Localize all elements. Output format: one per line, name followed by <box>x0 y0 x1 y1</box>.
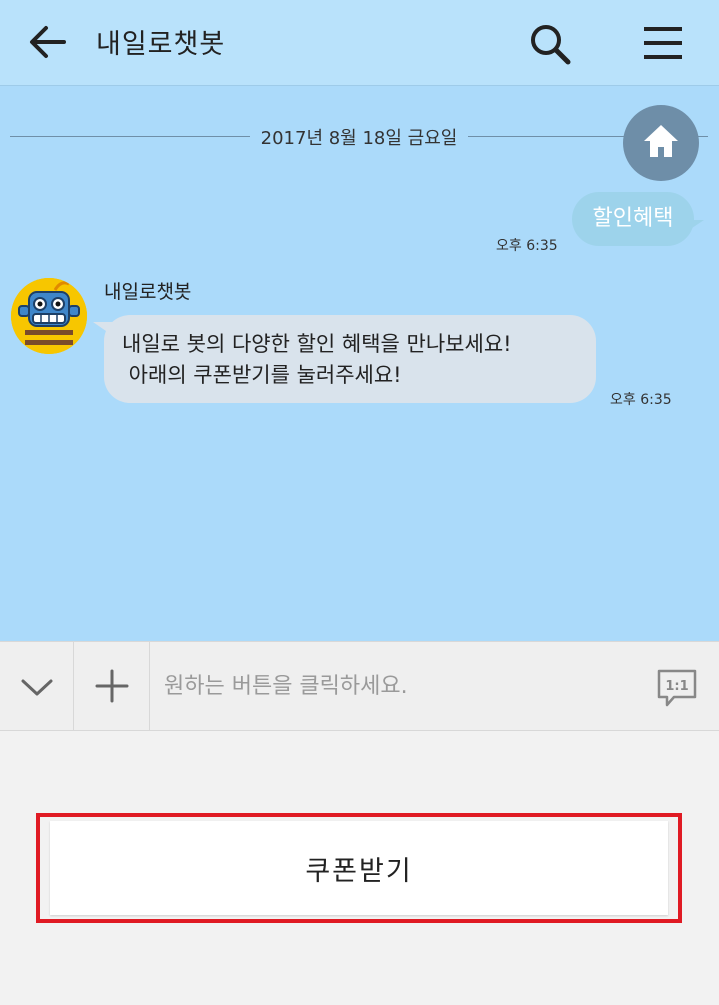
search-button[interactable] <box>528 22 574 66</box>
message-time: 오후 6:35 <box>496 238 558 254</box>
chat-area[interactable]: 2017년 8월 18일 금요일 할인혜택 오후 6:35 내일로챗봇 내일로 … <box>0 86 719 641</box>
date-divider: 2017년 8월 18일 금요일 <box>260 128 458 149</box>
user-message-bubble: 할인혜택 <box>572 192 694 246</box>
get-coupon-button[interactable]: 쿠폰받기 <box>50 821 668 915</box>
home-icon <box>644 125 678 157</box>
hamburger-menu-icon <box>644 27 682 59</box>
date-divider-line <box>10 136 250 137</box>
search-icon <box>531 25 571 65</box>
menu-button[interactable] <box>642 24 684 62</box>
home-button[interactable] <box>623 105 699 181</box>
bot-avatar[interactable] <box>11 278 87 354</box>
message-time: 오후 6:35 <box>610 392 672 408</box>
chevron-down-icon <box>21 679 53 696</box>
plus-button[interactable] <box>74 642 150 730</box>
bot-message-bubble: 내일로 봇의 다양한 할인 혜택을 만나보세요! 아래의 쿠폰받기를 눌러주세요… <box>104 315 596 403</box>
speech-bubble-icon: 1:1 <box>657 669 697 707</box>
one-to-one-label: 1:1 <box>665 679 688 694</box>
one-to-one-chat-button[interactable]: 1:1 <box>656 668 698 712</box>
chat-title: 내일로챗봇 <box>96 29 226 60</box>
quick-reply-area: 쿠폰받기 <box>0 731 719 1005</box>
robot-mascot-icon <box>11 278 87 354</box>
bot-message-line: 내일로 봇의 다양한 할인 혜택을 만나보세요! <box>122 332 512 356</box>
message-input[interactable] <box>164 668 634 704</box>
bot-message-line: 아래의 쿠폰받기를 눌러주세요! <box>122 363 402 387</box>
input-bar <box>0 641 719 731</box>
app-header: 내일로챗봇 <box>0 0 719 86</box>
collapse-button[interactable] <box>0 642 74 730</box>
back-arrow-icon <box>30 26 66 58</box>
back-button[interactable] <box>28 24 68 60</box>
bot-name: 내일로챗봇 <box>104 281 192 303</box>
plus-icon <box>95 669 129 703</box>
